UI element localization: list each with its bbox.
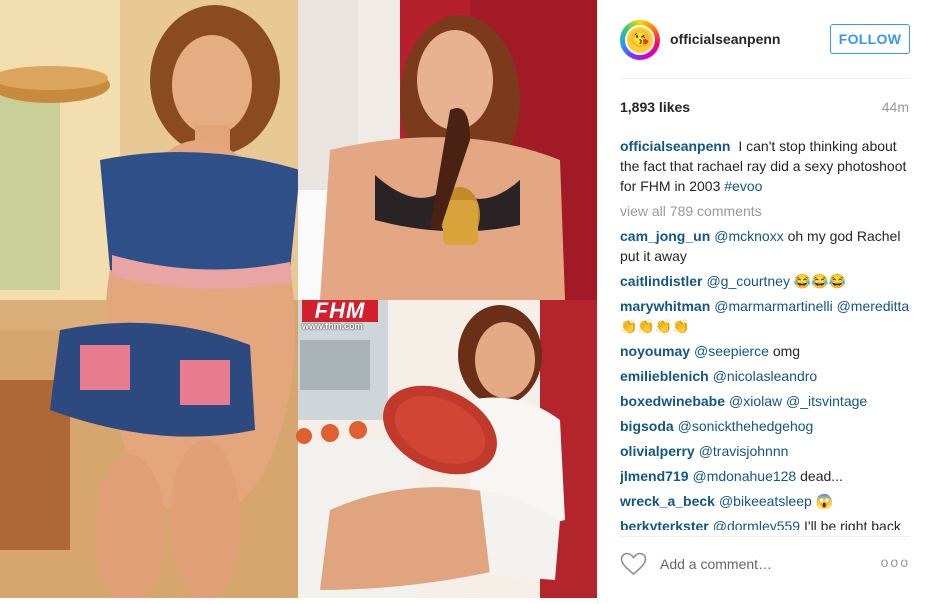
comment-item: jlmend719 @mdonahue128 dead... <box>620 466 910 486</box>
comment-username[interactable]: olivialperry <box>620 443 695 459</box>
caption-username[interactable]: officialseanpenn <box>620 138 730 154</box>
comment-mention[interactable]: @g_courtney <box>706 273 789 289</box>
add-comment-input[interactable]: Add a comment… <box>660 556 772 572</box>
post-photo[interactable]: FHM www.fhm.com <box>0 0 597 598</box>
comment-mention[interactable]: @sonickthehedgehog <box>678 418 814 434</box>
follow-button[interactable]: FOLLOW <box>830 24 910 54</box>
heart-like-icon[interactable] <box>620 552 647 576</box>
comment-username[interactable]: boxedwinebabe <box>620 393 725 409</box>
comment-username[interactable]: berkyterkster <box>620 518 709 530</box>
post-username[interactable]: officialseanpenn <box>670 31 780 47</box>
comment-item: berkyterkster @dormley559 I'll be right b… <box>620 516 910 530</box>
more-options-button[interactable]: ooo <box>881 554 910 570</box>
comment-item: boxedwinebabe @xiolaw @_itsvintage <box>620 391 910 411</box>
comment-item: cam_jong_un @mcknoxx oh my god Rachel put… <box>620 226 910 266</box>
comment-username[interactable]: wreck_a_beck <box>620 493 715 509</box>
more-options-icon: ooo <box>880 554 910 570</box>
comment-item: noyoumay @seepierce omg <box>620 341 910 361</box>
comment-username[interactable]: caitlindistler <box>620 273 702 289</box>
caption: officialseanpenn I can't stop thinking a… <box>620 136 910 196</box>
caption-hashtag[interactable]: #evoo <box>724 178 762 194</box>
comment-text: 😂😂😂 <box>793 273 847 289</box>
post-footer: Add a comment… ooo <box>620 542 910 588</box>
avatar[interactable]: 😘 <box>620 20 660 60</box>
comment-item: olivialperry @travisjohnnn <box>620 441 910 461</box>
footer-divider <box>620 536 910 537</box>
avatar-kiss-emoji-icon: 😘 <box>625 25 655 55</box>
view-all-comments-link[interactable]: view all 789 comments <box>620 201 910 221</box>
comment-username[interactable]: emilieblenich <box>620 368 709 384</box>
comment-username[interactable]: cam_jong_un <box>620 228 710 244</box>
comment-username[interactable]: bigsoda <box>620 418 674 434</box>
comment-text: 😱 <box>815 493 834 509</box>
comment-mention[interactable]: @marmarmartinelli @mereditta <box>714 298 909 314</box>
collage-image <box>0 0 597 598</box>
comment-item: caitlindistler @g_courtney 😂😂😂 <box>620 271 910 291</box>
comment-list: officialseanpenn I can't stop thinking a… <box>620 136 910 530</box>
comment-text: omg <box>772 343 801 359</box>
comment-username[interactable]: marywhitman <box>620 298 710 314</box>
comment-mention[interactable]: @mcknoxx <box>714 228 783 244</box>
comment-item: bigsoda @sonickthehedgehog <box>620 416 910 436</box>
header-divider <box>620 78 910 79</box>
comment-username[interactable]: jlmend719 <box>620 468 688 484</box>
comment-item: emilieblenich @nicolasleandro <box>620 366 910 386</box>
comment-mention[interactable]: @mdonahue128 <box>692 468 796 484</box>
post-time[interactable]: 44m <box>882 99 909 115</box>
comment-text: dead... <box>800 468 843 484</box>
comment-text: 👏👏👏👏 <box>620 318 690 334</box>
comment-mention[interactable]: @travisjohnnn <box>699 443 789 459</box>
comment-mention[interactable]: @seepierce <box>694 343 769 359</box>
comment-mention[interactable]: @dormley559 <box>713 518 800 530</box>
post-sidebar: 😘 officialseanpenn FOLLOW 1,893 likes 44… <box>597 0 932 604</box>
comment-text: I'll be right back <box>804 518 901 530</box>
comment-item: marywhitman @marmarmartinelli @mereditta … <box>620 296 910 336</box>
post-header: 😘 officialseanpenn FOLLOW <box>620 16 910 66</box>
comment-username[interactable]: noyoumay <box>620 343 690 359</box>
likes-count[interactable]: 1,893 likes <box>620 99 690 115</box>
comment-item: wreck_a_beck @bikeeatsleep 😱 <box>620 491 910 511</box>
comment-mention[interactable]: @bikeeatsleep <box>719 493 812 509</box>
comment-mention[interactable]: @nicolasleandro <box>713 368 818 384</box>
fhm-url: www.fhm.com <box>302 321 363 331</box>
comment-mention[interactable]: @xiolaw @_itsvintage <box>729 393 867 409</box>
